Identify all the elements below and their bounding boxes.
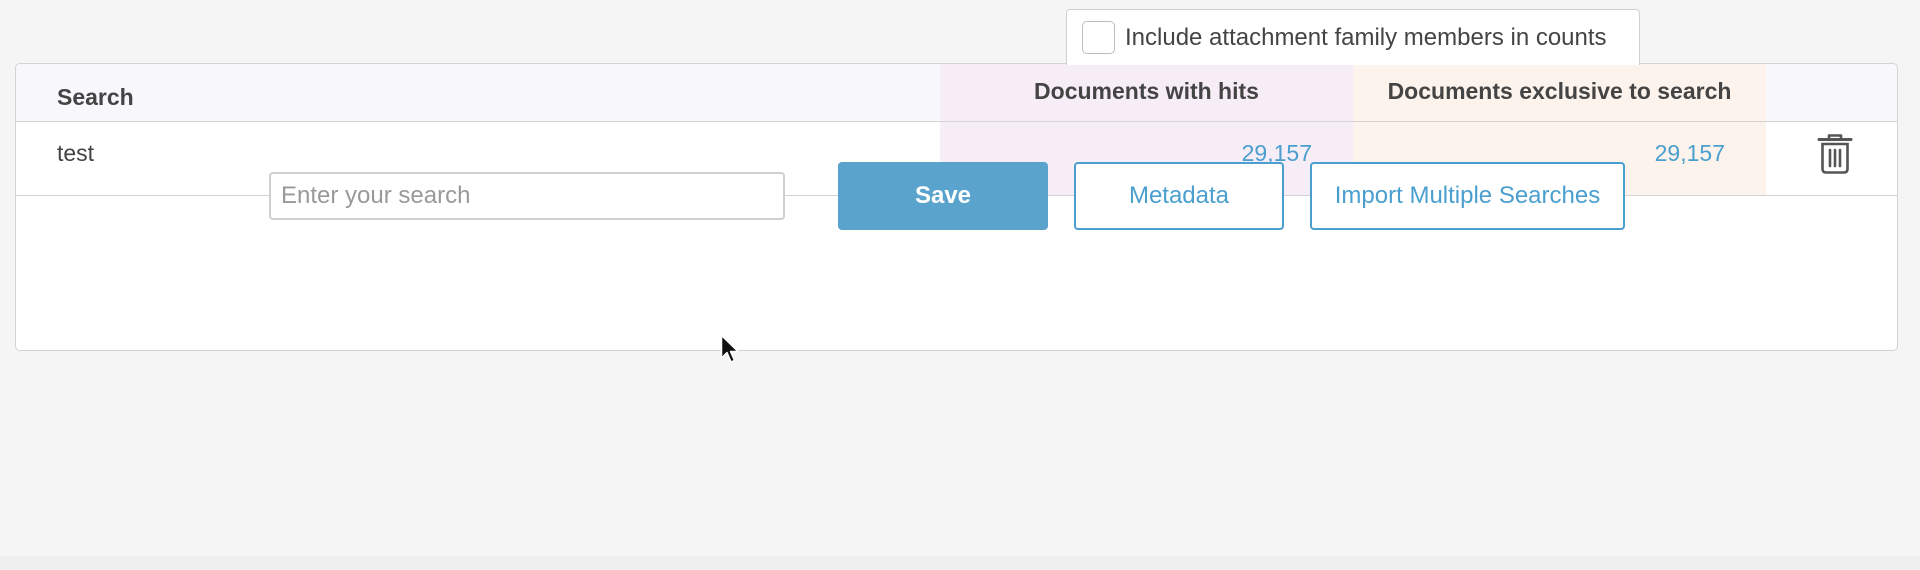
metadata-button[interactable]: Metadata — [1074, 162, 1284, 230]
save-button[interactable]: Save — [838, 162, 1048, 230]
search-input[interactable] — [269, 172, 785, 220]
include-family-checkbox[interactable] — [1082, 21, 1115, 54]
cursor-icon — [720, 334, 739, 363]
bottom-strip — [0, 556, 1920, 570]
column-header-documents-exclusive: Documents exclusive to search — [1353, 64, 1766, 122]
column-header-search: Search — [16, 64, 940, 122]
include-family-label[interactable]: Include attachment family members in cou… — [1125, 24, 1607, 52]
import-multiple-searches-button[interactable]: Import Multiple Searches — [1310, 162, 1625, 230]
column-header-actions — [1766, 64, 1897, 122]
trash-icon[interactable] — [1816, 133, 1854, 175]
search-results-panel: Search Documents with hits Documents exc… — [15, 63, 1898, 351]
exclusive-count-link[interactable]: 29,157 — [1655, 140, 1725, 167]
row-actions-cell — [1766, 122, 1897, 196]
search-controls: Save Metadata Import Multiple Searches — [16, 162, 1897, 350]
include-family-option: Include attachment family members in cou… — [1066, 9, 1640, 65]
column-header-documents-with-hits: Documents with hits — [940, 64, 1353, 122]
